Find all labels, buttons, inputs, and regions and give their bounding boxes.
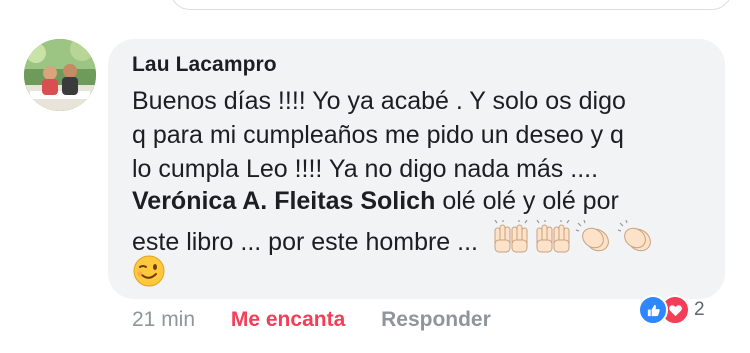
comment-text-line-4: Verónica A. Fleitas Solich olé olé y olé… bbox=[132, 187, 619, 216]
mention-link[interactable]: Verónica A. Fleitas Solich bbox=[132, 187, 435, 215]
winking-face-icon bbox=[132, 254, 166, 288]
timestamp[interactable]: 21 min bbox=[132, 308, 195, 331]
raising-hands-icon bbox=[491, 220, 531, 254]
clapping-hands-icon bbox=[617, 220, 657, 254]
love-reaction-button[interactable]: Me encanta bbox=[231, 308, 345, 331]
comment-bubble: Lau Lacampro Buenos días !!!! Yo ya acab… bbox=[108, 39, 725, 299]
comment-actions: 21 min Me encanta Responder bbox=[132, 308, 491, 332]
comment-text-line-2: q para mi cumpleaños me pido un deseo y … bbox=[132, 121, 624, 149]
comment-text-segment: este libro ... por este hombre ... bbox=[132, 228, 478, 256]
comment-text-line-5: este libro ... por este hombre ... bbox=[132, 220, 657, 257]
avatar-photo bbox=[24, 39, 96, 111]
emoji-group bbox=[491, 220, 657, 254]
comment-author[interactable]: Lau Lacampro bbox=[132, 53, 277, 77]
like-icon bbox=[638, 295, 668, 325]
previous-comment-bubble bbox=[170, 0, 732, 10]
comment-text-segment: olé olé y olé por bbox=[442, 187, 619, 215]
clapping-hands-icon bbox=[575, 220, 615, 254]
avatar[interactable] bbox=[24, 39, 96, 111]
comment-text-line-3: lo cumpla Leo !!!! Ya no digo nada más .… bbox=[132, 155, 599, 183]
reaction-count: 2 bbox=[694, 299, 705, 320]
reply-button[interactable]: Responder bbox=[381, 308, 491, 331]
reactions-summary[interactable]: 2 bbox=[638, 295, 705, 325]
raising-hands-icon bbox=[533, 220, 573, 254]
comment-text-line-1: Buenos días !!!! Yo ya acabé . Y solo os… bbox=[132, 87, 626, 115]
